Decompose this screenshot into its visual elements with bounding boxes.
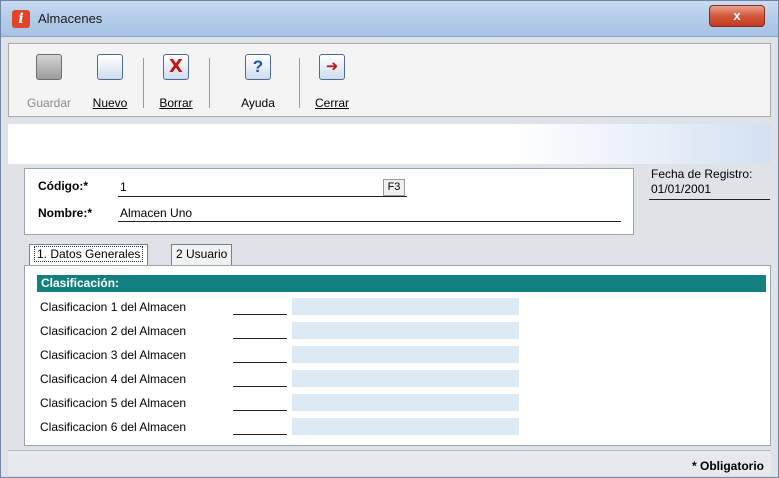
title-bar[interactable]: i Almacenes x <box>1 1 778 37</box>
fecha-registro-label: Fecha de Registro: <box>651 167 753 181</box>
new-label: Nuevo <box>92 96 128 110</box>
status-bar <box>8 450 771 475</box>
close-button[interactable]: ➜ Cerrar <box>303 48 361 114</box>
clasificacion-header: Clasificación: <box>37 275 766 292</box>
clasificacion-2-label: Clasificacion 2 del Almacen <box>40 324 187 338</box>
tab-usuario-label: 2 Usuario <box>176 247 228 261</box>
clasificacion-3-input[interactable] <box>233 346 287 363</box>
close-label: Cerrar <box>314 96 349 110</box>
clasificacion-5-label: Clasificacion 5 del Almacen <box>40 396 187 410</box>
header-panel <box>24 168 634 235</box>
clasificacion-4-input[interactable] <box>233 370 287 387</box>
tab-datos-generales-label: 1. Datos Generales <box>34 246 144 262</box>
clasificacion-5-description <box>292 394 519 411</box>
toolbar: Guardar Nuevo X Borrar ? Ayuda ➜ Cerrar <box>8 43 771 117</box>
clasificacion-5-input[interactable] <box>233 394 287 411</box>
new-button[interactable]: Nuevo <box>81 48 139 114</box>
clasificacion-1-description <box>292 298 519 315</box>
clasificacion-6-description <box>292 418 519 435</box>
clasificacion-6-input[interactable] <box>233 418 287 435</box>
codigo-lookup-button[interactable]: F3 <box>383 179 405 196</box>
toolbar-separator <box>209 58 210 108</box>
app-info-icon: i <box>12 10 30 28</box>
delete-label: Borrar <box>159 96 193 110</box>
close-window-button[interactable]: x <box>709 5 765 27</box>
toolbar-separator <box>299 58 300 108</box>
nombre-underline <box>118 221 621 222</box>
help-button[interactable]: ? Ayuda <box>222 48 294 114</box>
toolbar-separator <box>143 58 144 108</box>
clasificacion-6-label: Clasificacion 6 del Almacen <box>40 420 187 434</box>
help-icon: ? <box>245 54 271 80</box>
required-note: * Obligatorio <box>692 459 764 473</box>
codigo-label: Código:* <box>38 179 88 193</box>
clasificacion-3-description <box>292 346 519 363</box>
clasificacion-1-input[interactable] <box>233 298 287 315</box>
almacenes-window: i Almacenes x Guardar Nuevo X Borrar ? A… <box>0 0 779 478</box>
clasificacion-1-label: Clasificacion 1 del Almacen <box>40 300 187 314</box>
banner <box>8 124 771 164</box>
clasificacion-4-description <box>292 370 519 387</box>
nombre-field[interactable]: Almacen Uno <box>120 206 192 220</box>
window-title: Almacenes <box>38 11 103 26</box>
codigo-underline <box>118 196 407 197</box>
save-icon <box>36 54 62 80</box>
tab-usuario[interactable]: 2 Usuario <box>171 244 233 265</box>
clasificacion-4-label: Clasificacion 4 del Almacen <box>40 372 187 386</box>
fecha-registro-underline <box>649 199 770 200</box>
save-button[interactable]: Guardar <box>19 48 79 114</box>
save-label: Guardar <box>26 96 72 110</box>
fecha-registro-field[interactable]: 01/01/2001 <box>651 182 711 196</box>
codigo-field[interactable]: 1 <box>120 180 127 194</box>
tab-datos-generales[interactable]: 1. Datos Generales <box>29 244 149 265</box>
clasificacion-2-description <box>292 322 519 339</box>
new-document-icon <box>97 54 123 80</box>
help-label: Ayuda <box>241 96 275 110</box>
delete-button[interactable]: X Borrar <box>147 48 205 114</box>
clasificacion-2-input[interactable] <box>233 322 287 339</box>
nombre-label: Nombre:* <box>38 206 93 220</box>
delete-icon: X <box>163 54 189 80</box>
exit-icon: ➜ <box>319 54 345 80</box>
clasificacion-3-label: Clasificacion 3 del Almacen <box>40 348 187 362</box>
